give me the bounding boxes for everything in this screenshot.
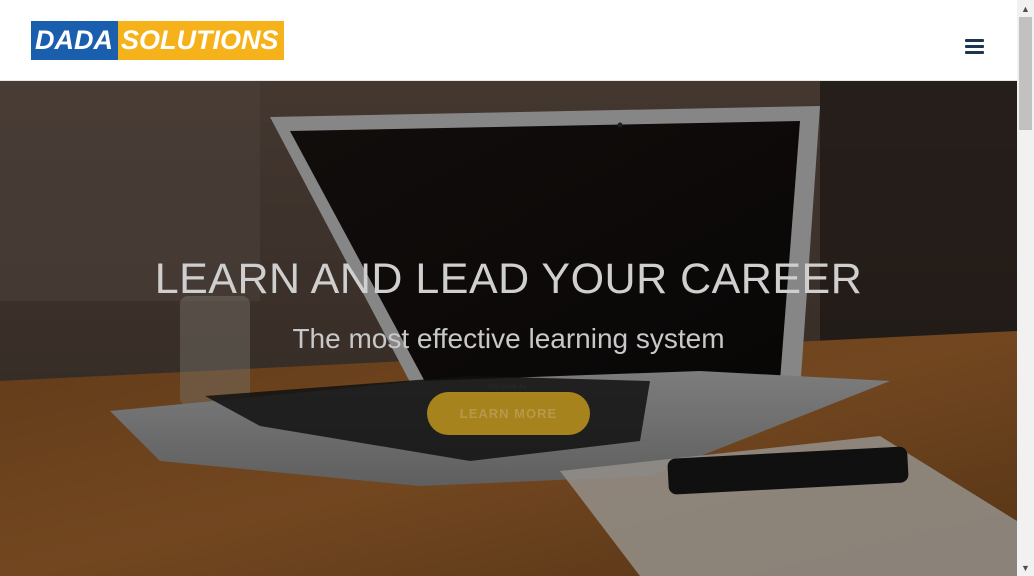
hero-title: LEARN AND LEAD YOUR CAREER [154,255,863,303]
hamburger-bar [965,45,984,48]
scroll-up-arrow-icon[interactable]: ▲ [1017,0,1034,17]
hero-banner: MacBook Air LEARN AND LEAD YOUR CAREER T… [0,81,1017,576]
hamburger-bar [965,51,984,54]
learn-more-button[interactable]: LEARN MORE [427,392,590,435]
hamburger-bar [965,39,984,42]
scroll-down-arrow-icon[interactable]: ▼ [1017,559,1034,576]
logo-text-dada: DADA [31,21,118,60]
hero-subtitle: The most effective learning system [292,323,725,354]
site-header: DADA SOLUTIONS [0,0,1017,81]
hamburger-menu-icon[interactable] [965,39,985,55]
page-scrollbar[interactable]: ▲ ▼ [1017,0,1034,576]
logo-text-solutions: SOLUTIONS [118,21,284,60]
scrollbar-thumb[interactable] [1019,17,1032,130]
site-logo[interactable]: DADA SOLUTIONS [31,21,284,60]
